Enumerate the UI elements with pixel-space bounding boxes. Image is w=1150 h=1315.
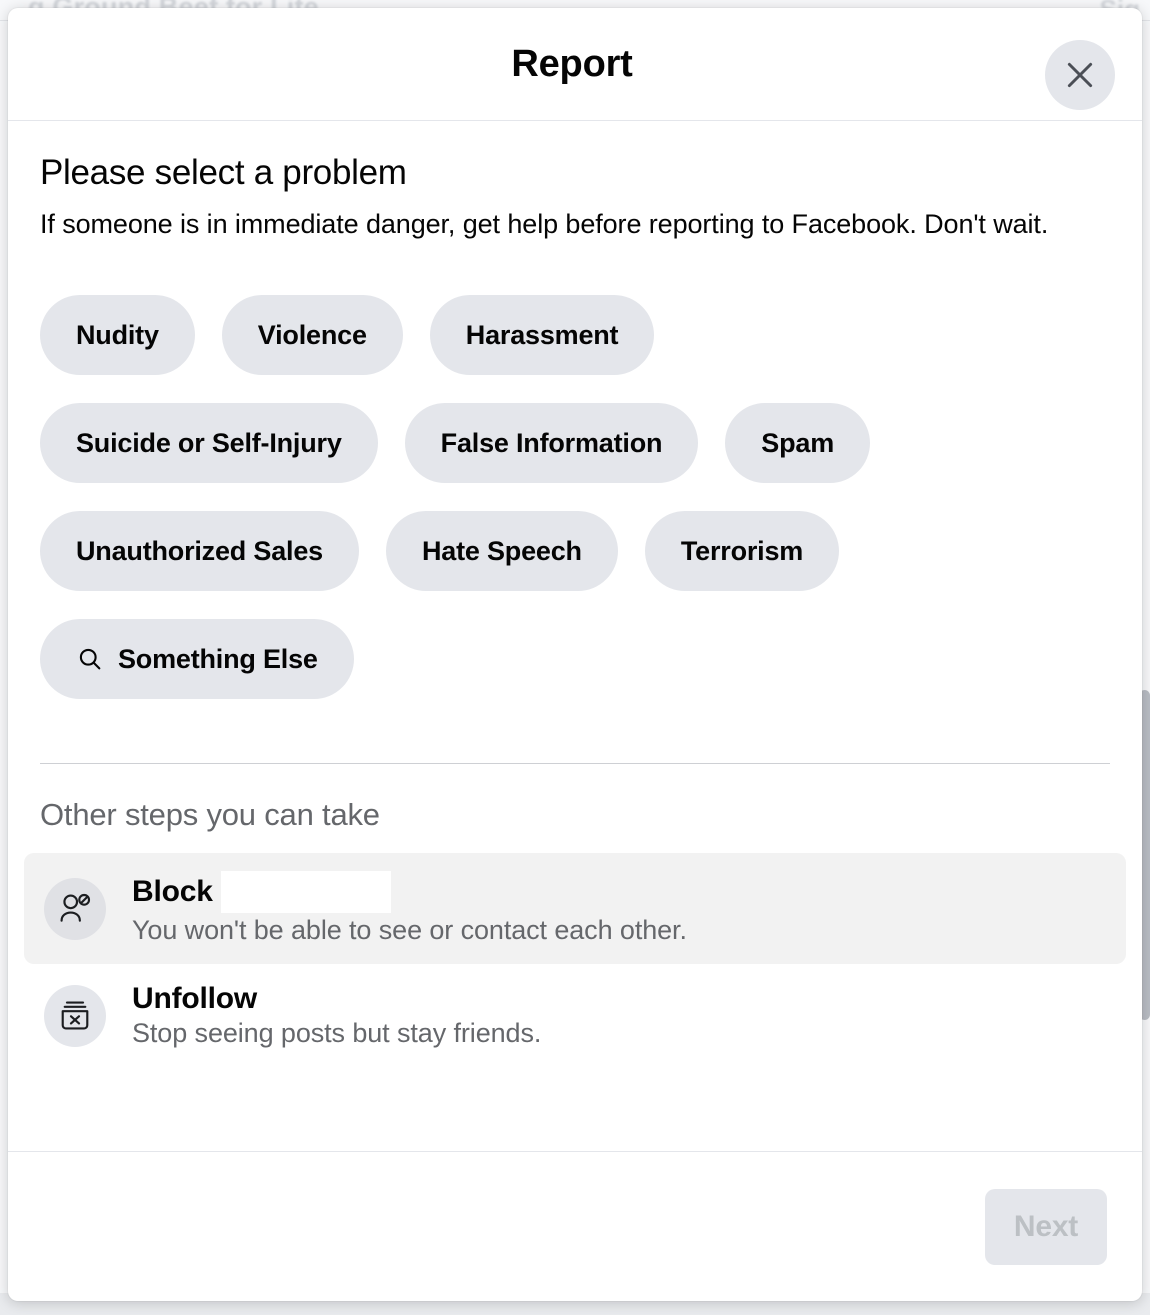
reason-pill-spam[interactable]: Spam — [725, 403, 870, 483]
person-block-icon — [44, 878, 106, 940]
other-step-title: Unfollow — [132, 982, 541, 1016]
reason-pill-harassment[interactable]: Harassment — [430, 295, 655, 375]
reason-pill-label: Harassment — [466, 320, 619, 351]
reason-pill-label: Spam — [761, 428, 834, 459]
other-steps-heading: Other steps you can take — [40, 797, 1110, 833]
page-title: Please select a problem — [40, 153, 1110, 193]
other-step-title-label: Unfollow — [132, 982, 257, 1016]
reason-pill-label: Nudity — [76, 320, 159, 351]
close-button[interactable] — [1045, 40, 1115, 110]
section-divider — [40, 763, 1110, 764]
close-icon — [1063, 58, 1097, 92]
reason-pill-suicide-or-self-injury[interactable]: Suicide or Self-Injury — [40, 403, 378, 483]
reason-pill-group: Nudity Violence Harassment Suicide or Se… — [40, 295, 970, 699]
dialog-body: Please select a problem If someone is in… — [8, 121, 1142, 1151]
other-step-description: You won't be able to see or contact each… — [132, 915, 687, 946]
dialog-title: Report — [511, 43, 632, 86]
search-icon — [76, 645, 104, 673]
reason-pill-false-information[interactable]: False Information — [405, 403, 699, 483]
reason-pill-unauthorized-sales[interactable]: Unauthorized Sales — [40, 511, 359, 591]
reason-pill-label: Suicide or Self-Injury — [76, 428, 342, 459]
report-dialog: Report Please select a problem If someon… — [8, 8, 1142, 1301]
other-step-text: Unfollow Stop seeing posts but stay frie… — [132, 982, 541, 1049]
next-button[interactable]: Next — [985, 1189, 1107, 1265]
other-step-unfollow[interactable]: Unfollow Stop seeing posts but stay frie… — [24, 964, 1126, 1067]
reason-pill-hate-speech[interactable]: Hate Speech — [386, 511, 618, 591]
dialog-footer: Next — [8, 1151, 1142, 1301]
other-step-title: Block — [132, 871, 687, 913]
unfollow-feed-x-icon — [44, 985, 106, 1047]
reason-pill-label: Terrorism — [681, 536, 803, 567]
reason-pill-terrorism[interactable]: Terrorism — [645, 511, 839, 591]
reason-pill-label: Hate Speech — [422, 536, 582, 567]
reason-pill-something-else[interactable]: Something Else — [40, 619, 354, 699]
other-step-text: Block You won't be able to see or contac… — [132, 871, 687, 946]
dialog-header: Report — [8, 8, 1142, 121]
other-step-description: Stop seeing posts but stay friends. — [132, 1018, 541, 1049]
reason-pill-violence[interactable]: Violence — [222, 295, 403, 375]
reason-pill-nudity[interactable]: Nudity — [40, 295, 195, 375]
reason-pill-label: Something Else — [118, 644, 318, 675]
reason-pill-label: Violence — [258, 320, 367, 351]
other-step-block[interactable]: Block You won't be able to see or contac… — [24, 853, 1126, 964]
reason-pill-label: Unauthorized Sales — [76, 536, 323, 567]
redacted-person-name — [221, 871, 391, 913]
other-steps-list: Block You won't be able to see or contac… — [40, 853, 1110, 1067]
other-step-title-label: Block — [132, 875, 213, 909]
reason-pill-label: False Information — [441, 428, 663, 459]
dialog-subtext: If someone is in immediate danger, get h… — [40, 205, 1100, 243]
